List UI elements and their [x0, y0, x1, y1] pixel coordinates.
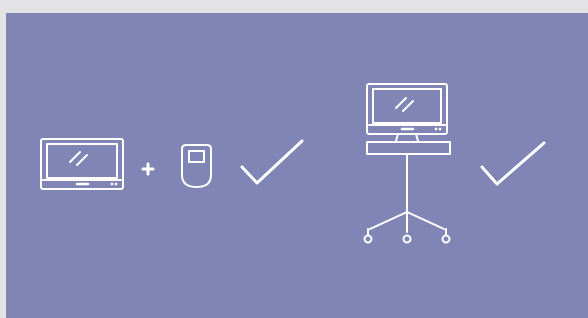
plus-icon — [141, 162, 155, 176]
checkmark-icon — [480, 141, 546, 186]
handheld-device-icon — [181, 144, 212, 188]
monitor-on-rolling-stand-icon — [363, 83, 451, 244]
illustration — [40, 83, 546, 244]
monitor-icon — [40, 138, 124, 190]
checkmark-icon — [240, 139, 304, 185]
